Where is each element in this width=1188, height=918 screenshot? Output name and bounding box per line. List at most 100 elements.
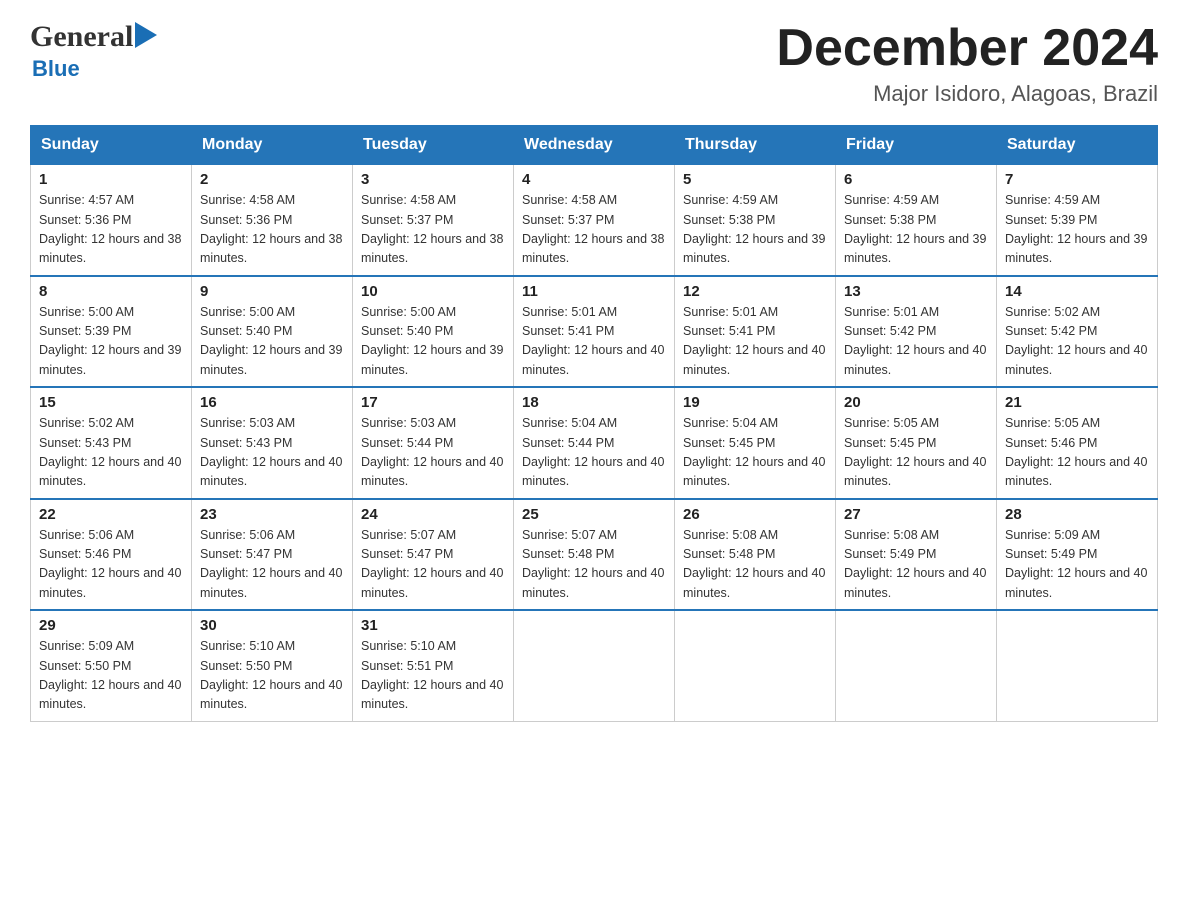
- logo: General Blue: [30, 20, 157, 82]
- day-info: Sunrise: 5:06 AMSunset: 5:46 PMDaylight:…: [39, 526, 183, 604]
- col-header-saturday: Saturday: [997, 126, 1158, 165]
- day-info: Sunrise: 5:05 AMSunset: 5:46 PMDaylight:…: [1005, 414, 1149, 492]
- day-info: Sunrise: 5:01 AMSunset: 5:41 PMDaylight:…: [522, 303, 666, 381]
- calendar-cell: 3 Sunrise: 4:58 AMSunset: 5:37 PMDaylight…: [353, 165, 514, 276]
- day-number: 21: [1005, 394, 1149, 411]
- day-info: Sunrise: 5:00 AMSunset: 5:40 PMDaylight:…: [361, 303, 505, 381]
- day-info: Sunrise: 4:58 AMSunset: 5:37 PMDaylight:…: [522, 191, 666, 269]
- calendar-week-5: 29 Sunrise: 5:09 AMSunset: 5:50 PMDayligh…: [31, 610, 1158, 721]
- day-info: Sunrise: 4:58 AMSunset: 5:37 PMDaylight:…: [361, 191, 505, 269]
- day-info: Sunrise: 5:09 AMSunset: 5:50 PMDaylight:…: [39, 637, 183, 715]
- day-info: Sunrise: 5:08 AMSunset: 5:49 PMDaylight:…: [844, 526, 988, 604]
- calendar-week-3: 15Sunrise: 5:02 AMSunset: 5:43 PMDayligh…: [31, 387, 1158, 499]
- day-number: 22: [39, 506, 183, 523]
- calendar-cell: 6 Sunrise: 4:59 AMSunset: 5:38 PMDaylight…: [836, 165, 997, 276]
- calendar-cell: 30 Sunrise: 5:10 AMSunset: 5:50 PMDayligh…: [192, 610, 353, 721]
- calendar-cell: 18Sunrise: 5:04 AMSunset: 5:44 PMDayligh…: [514, 387, 675, 499]
- calendar-cell: 26 Sunrise: 5:08 AMSunset: 5:48 PMDayligh…: [675, 499, 836, 611]
- col-header-wednesday: Wednesday: [514, 126, 675, 165]
- day-info: Sunrise: 5:07 AMSunset: 5:47 PMDaylight:…: [361, 526, 505, 604]
- calendar-cell: [514, 610, 675, 721]
- calendar-cell: 12 Sunrise: 5:01 AMSunset: 5:41 PMDayligh…: [675, 276, 836, 388]
- day-number: 3: [361, 171, 505, 188]
- calendar-cell: [675, 610, 836, 721]
- calendar-cell: 9Sunrise: 5:00 AMSunset: 5:40 PMDaylight…: [192, 276, 353, 388]
- calendar-title-block: December 2024 Major Isidoro, Alagoas, Br…: [776, 20, 1158, 107]
- col-header-sunday: Sunday: [31, 126, 192, 165]
- day-info: Sunrise: 5:05 AMSunset: 5:45 PMDaylight:…: [844, 414, 988, 492]
- day-number: 30: [200, 617, 344, 634]
- day-info: Sunrise: 5:09 AMSunset: 5:49 PMDaylight:…: [1005, 526, 1149, 604]
- calendar-cell: 24Sunrise: 5:07 AMSunset: 5:47 PMDayligh…: [353, 499, 514, 611]
- day-info: Sunrise: 5:01 AMSunset: 5:42 PMDaylight:…: [844, 303, 988, 381]
- calendar-cell: 15Sunrise: 5:02 AMSunset: 5:43 PMDayligh…: [31, 387, 192, 499]
- calendar-week-2: 8Sunrise: 5:00 AMSunset: 5:39 PMDaylight…: [31, 276, 1158, 388]
- day-info: Sunrise: 5:10 AMSunset: 5:50 PMDaylight:…: [200, 637, 344, 715]
- day-info: Sunrise: 4:58 AMSunset: 5:36 PMDaylight:…: [200, 191, 344, 269]
- calendar-cell: [997, 610, 1158, 721]
- logo-general-text: General: [30, 20, 133, 54]
- day-info: Sunrise: 5:03 AMSunset: 5:44 PMDaylight:…: [361, 414, 505, 492]
- day-number: 4: [522, 171, 666, 188]
- logo-flag-icon: [135, 22, 157, 48]
- calendar-cell: 17 Sunrise: 5:03 AMSunset: 5:44 PMDayligh…: [353, 387, 514, 499]
- calendar-cell: 28 Sunrise: 5:09 AMSunset: 5:49 PMDayligh…: [997, 499, 1158, 611]
- day-number: 25: [522, 506, 666, 523]
- day-number: 10: [361, 283, 505, 300]
- calendar-cell: 4 Sunrise: 4:58 AMSunset: 5:37 PMDaylight…: [514, 165, 675, 276]
- day-info: Sunrise: 4:59 AMSunset: 5:39 PMDaylight:…: [1005, 191, 1149, 269]
- day-number: 11: [522, 283, 666, 300]
- day-number: 6: [844, 171, 988, 188]
- day-number: 20: [844, 394, 988, 411]
- day-number: 9: [200, 283, 344, 300]
- day-number: 31: [361, 617, 505, 634]
- day-info: Sunrise: 5:03 AMSunset: 5:43 PMDaylight:…: [200, 414, 344, 492]
- day-number: 12: [683, 283, 827, 300]
- calendar-cell: 2 Sunrise: 4:58 AMSunset: 5:36 PMDaylight…: [192, 165, 353, 276]
- calendar-table: SundayMondayTuesdayWednesdayThursdayFrid…: [30, 125, 1158, 722]
- calendar-cell: 13 Sunrise: 5:01 AMSunset: 5:42 PMDayligh…: [836, 276, 997, 388]
- calendar-cell: 5Sunrise: 4:59 AMSunset: 5:38 PMDaylight…: [675, 165, 836, 276]
- calendar-title: December 2024: [776, 20, 1158, 77]
- calendar-cell: 1 Sunrise: 4:57 AMSunset: 5:36 PMDaylight…: [31, 165, 192, 276]
- day-info: Sunrise: 5:10 AMSunset: 5:51 PMDaylight:…: [361, 637, 505, 715]
- day-number: 5: [683, 171, 827, 188]
- calendar-cell: 14Sunrise: 5:02 AMSunset: 5:42 PMDayligh…: [997, 276, 1158, 388]
- calendar-cell: 10 Sunrise: 5:00 AMSunset: 5:40 PMDayligh…: [353, 276, 514, 388]
- day-info: Sunrise: 4:57 AMSunset: 5:36 PMDaylight:…: [39, 191, 183, 269]
- col-header-friday: Friday: [836, 126, 997, 165]
- day-info: Sunrise: 5:06 AMSunset: 5:47 PMDaylight:…: [200, 526, 344, 604]
- day-info: Sunrise: 5:01 AMSunset: 5:41 PMDaylight:…: [683, 303, 827, 381]
- day-number: 1: [39, 171, 183, 188]
- day-number: 27: [844, 506, 988, 523]
- day-info: Sunrise: 5:07 AMSunset: 5:48 PMDaylight:…: [522, 526, 666, 604]
- day-number: 26: [683, 506, 827, 523]
- col-header-monday: Monday: [192, 126, 353, 165]
- day-number: 15: [39, 394, 183, 411]
- day-number: 2: [200, 171, 344, 188]
- col-header-thursday: Thursday: [675, 126, 836, 165]
- calendar-cell: 8Sunrise: 5:00 AMSunset: 5:39 PMDaylight…: [31, 276, 192, 388]
- col-header-tuesday: Tuesday: [353, 126, 514, 165]
- day-info: Sunrise: 5:08 AMSunset: 5:48 PMDaylight:…: [683, 526, 827, 604]
- logo-blue-text: Blue: [30, 56, 80, 82]
- calendar-cell: 20 Sunrise: 5:05 AMSunset: 5:45 PMDayligh…: [836, 387, 997, 499]
- day-info: Sunrise: 4:59 AMSunset: 5:38 PMDaylight:…: [844, 191, 988, 269]
- day-number: 16: [200, 394, 344, 411]
- day-number: 13: [844, 283, 988, 300]
- calendar-cell: 31 Sunrise: 5:10 AMSunset: 5:51 PMDayligh…: [353, 610, 514, 721]
- calendar-cell: [836, 610, 997, 721]
- day-number: 29: [39, 617, 183, 634]
- day-number: 28: [1005, 506, 1149, 523]
- calendar-cell: 25 Sunrise: 5:07 AMSunset: 5:48 PMDayligh…: [514, 499, 675, 611]
- day-number: 14: [1005, 283, 1149, 300]
- calendar-cell: 23Sunrise: 5:06 AMSunset: 5:47 PMDayligh…: [192, 499, 353, 611]
- day-number: 7: [1005, 171, 1149, 188]
- page-header: General Blue December 2024 Major Isidoro…: [30, 20, 1158, 107]
- day-number: 17: [361, 394, 505, 411]
- day-number: 18: [522, 394, 666, 411]
- calendar-cell: 7 Sunrise: 4:59 AMSunset: 5:39 PMDaylight…: [997, 165, 1158, 276]
- calendar-header-row: SundayMondayTuesdayWednesdayThursdayFrid…: [31, 126, 1158, 165]
- day-info: Sunrise: 5:00 AMSunset: 5:39 PMDaylight:…: [39, 303, 183, 381]
- day-number: 19: [683, 394, 827, 411]
